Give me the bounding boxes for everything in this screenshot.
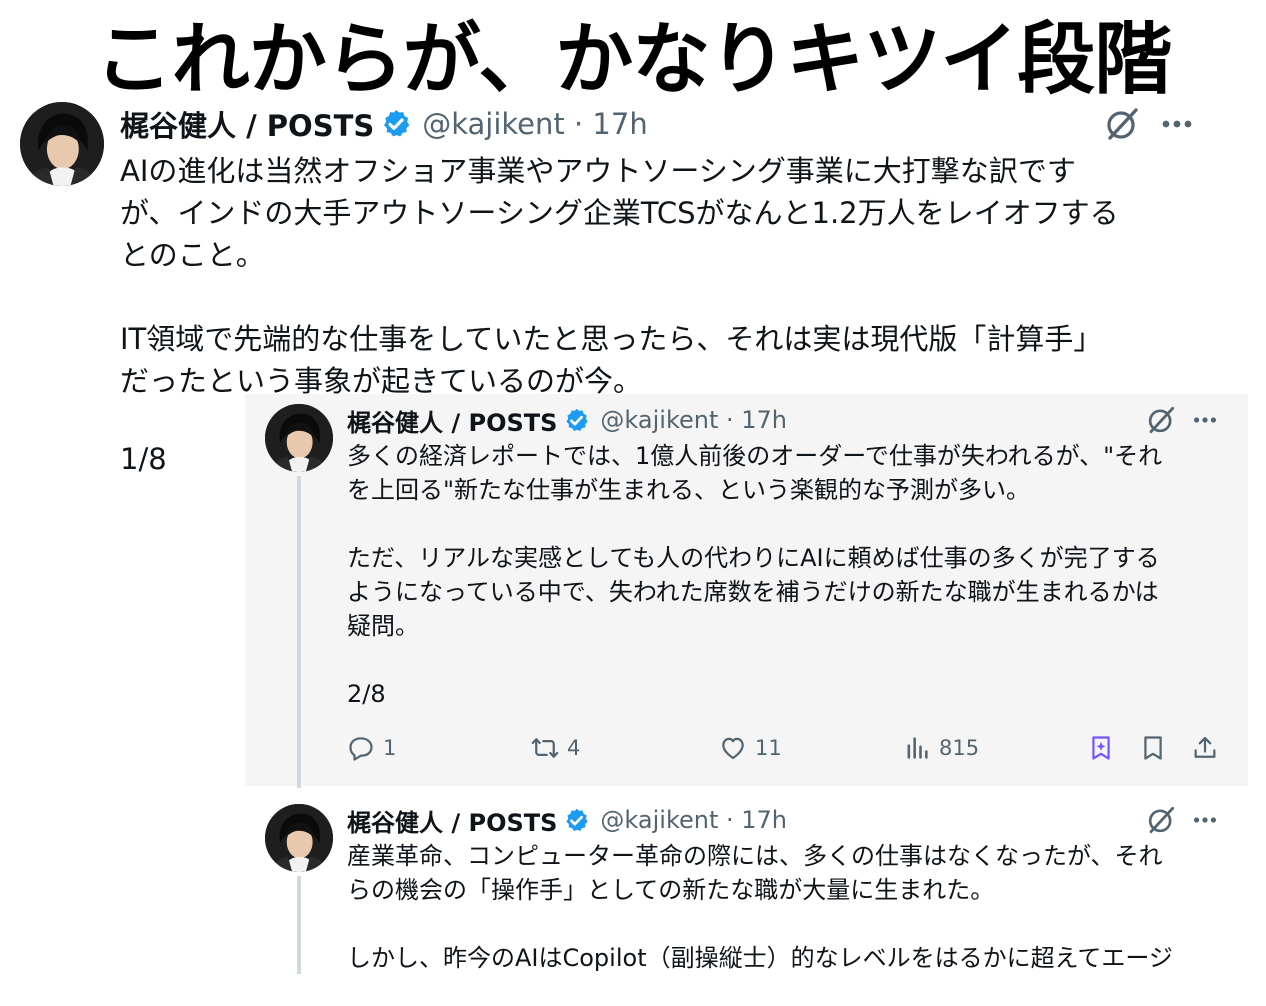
- headline-caption: これからが、かなりキツイ段階: [94, 15, 1172, 105]
- author-name[interactable]: 梶谷健人 / POSTS: [347, 803, 557, 838]
- verified-badge-icon: [384, 110, 410, 137]
- repost-count: 4: [567, 736, 581, 760]
- handle-and-time[interactable]: @kajikent · 17h: [600, 406, 787, 434]
- like-count: 11: [755, 736, 782, 760]
- like-button[interactable]: 11: [719, 730, 782, 766]
- post-header: 梶谷健人 / POSTS @kajikent · 17h: [120, 104, 648, 144]
- reply-header: 梶谷健人 / POSTS @kajikent · 17h: [347, 803, 787, 837]
- repost-button[interactable]: 4: [531, 730, 580, 766]
- cropped-edge: [0, 974, 1266, 1006]
- repost-icon: [531, 738, 559, 758]
- profile-photo-icon: [20, 102, 104, 186]
- verified-badge-icon: [566, 808, 589, 831]
- profile-photo-icon: [265, 404, 333, 472]
- thread-connector-line: [297, 476, 301, 788]
- post-action-bar: 1 4 11 815: [347, 730, 1227, 766]
- author-name[interactable]: 梶谷健人 / POSTS: [347, 403, 557, 438]
- reply-text: 産業革命、コンピューター革命の際には、多くの仕事はなくなったが、それ らの機会の…: [347, 842, 1173, 972]
- author-name[interactable]: 梶谷健人 / POSTS: [120, 103, 374, 145]
- view-count: 815: [939, 736, 980, 760]
- grok-icon[interactable]: [1146, 405, 1176, 435]
- avatar[interactable]: [20, 102, 104, 186]
- views-button[interactable]: 815: [903, 730, 979, 766]
- analytics-icon: [907, 737, 928, 759]
- grok-bookmark-button[interactable]: [1087, 730, 1115, 766]
- handle-and-time[interactable]: @kajikent · 17h: [422, 107, 647, 141]
- reply-bubble-icon: [349, 737, 373, 761]
- handle-and-time[interactable]: @kajikent · 17h: [600, 806, 787, 834]
- grok-bookmark-icon: [1092, 736, 1110, 760]
- verified-badge-icon: [566, 408, 589, 431]
- share-icon: [1194, 736, 1216, 758]
- share-button[interactable]: [1191, 730, 1219, 766]
- more-options-icon[interactable]: [1160, 114, 1194, 134]
- reply-header: 梶谷健人 / POSTS @kajikent · 17h: [347, 403, 787, 437]
- reply-text: 多くの経済レポートでは、1億人前後のオーダーで仕事が失われるが、"それ を上回る…: [347, 442, 1163, 708]
- profile-photo-icon: [265, 804, 333, 872]
- grok-icon[interactable]: [1104, 106, 1140, 142]
- avatar[interactable]: [265, 404, 333, 472]
- more-options-icon[interactable]: [1192, 812, 1218, 828]
- post-text: AIの進化は当然オフショア事業やアウトソーシング事業に大打撃な訳です が、インド…: [120, 154, 1119, 398]
- avatar[interactable]: [265, 804, 333, 872]
- reply-button[interactable]: 1: [347, 730, 396, 766]
- more-options-icon[interactable]: [1192, 412, 1218, 428]
- bookmark-icon: [1144, 736, 1162, 760]
- thread-connector-line: [297, 876, 301, 976]
- bookmark-button[interactable]: [1139, 730, 1167, 766]
- grok-icon[interactable]: [1146, 805, 1176, 835]
- heart-icon: [722, 737, 744, 760]
- reply-count: 1: [383, 736, 397, 760]
- thread-counter: 1/8: [120, 442, 167, 476]
